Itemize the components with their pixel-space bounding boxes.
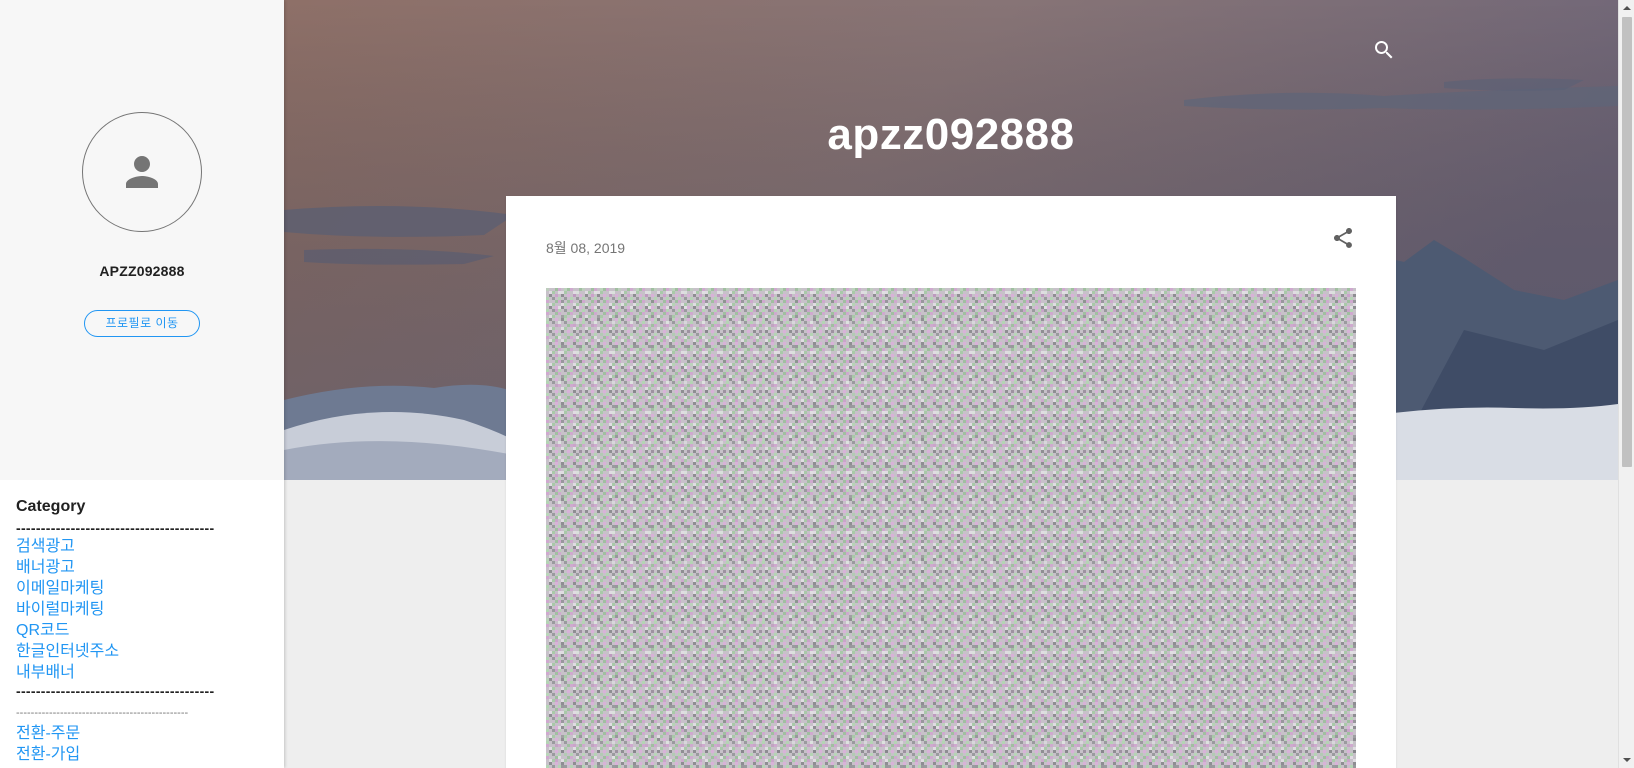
separator-thin: ----------------------------------------…	[16, 707, 189, 719]
post-card: 8월 08, 2019	[506, 196, 1396, 768]
category-link-qr-code[interactable]: QR코드	[16, 620, 284, 641]
profile-name: APZZ092888	[99, 263, 185, 279]
profile-section: APZZ092888 프로필로 이동	[0, 0, 284, 480]
vertical-scrollbar[interactable]	[1618, 0, 1634, 768]
person-icon	[126, 156, 158, 188]
category-link-banner-ads[interactable]: 배너광고	[16, 557, 284, 578]
category-widget: Category -------------------------------…	[0, 480, 284, 765]
post-image[interactable]	[546, 288, 1356, 768]
scroll-down-arrow-icon[interactable]	[1619, 752, 1634, 768]
category-link-korean-internet-address[interactable]: 한글인터넷주소	[16, 641, 284, 662]
separator: ----------------------------------------	[16, 520, 215, 536]
category-link-conversion-order[interactable]: 전환-주문	[16, 723, 284, 744]
share-icon[interactable]	[1331, 226, 1355, 250]
go-to-profile-button[interactable]: 프로필로 이동	[84, 310, 200, 337]
category-link-email-marketing[interactable]: 이메일마케팅	[16, 578, 284, 599]
category-link-viral-marketing[interactable]: 바이럴마케팅	[16, 599, 284, 620]
category-title: Category	[16, 498, 86, 515]
scroll-up-arrow-icon[interactable]	[1619, 0, 1634, 16]
sidebar: APZZ092888 프로필로 이동 Category ------------…	[0, 0, 284, 768]
post-date[interactable]: 8월 08, 2019	[546, 238, 625, 258]
category-link-conversion-signup[interactable]: 전환-가입	[16, 744, 284, 765]
search-icon[interactable]	[1372, 38, 1396, 62]
separator: ----------------------------------------	[16, 683, 215, 699]
avatar[interactable]	[82, 112, 202, 232]
blog-title[interactable]: apzz092888	[284, 110, 1618, 160]
scrollbar-thumb[interactable]	[1622, 17, 1632, 467]
category-link-internal-banner[interactable]: 내부배너	[16, 662, 284, 683]
category-link-search-ads[interactable]: 검색광고	[16, 536, 284, 557]
